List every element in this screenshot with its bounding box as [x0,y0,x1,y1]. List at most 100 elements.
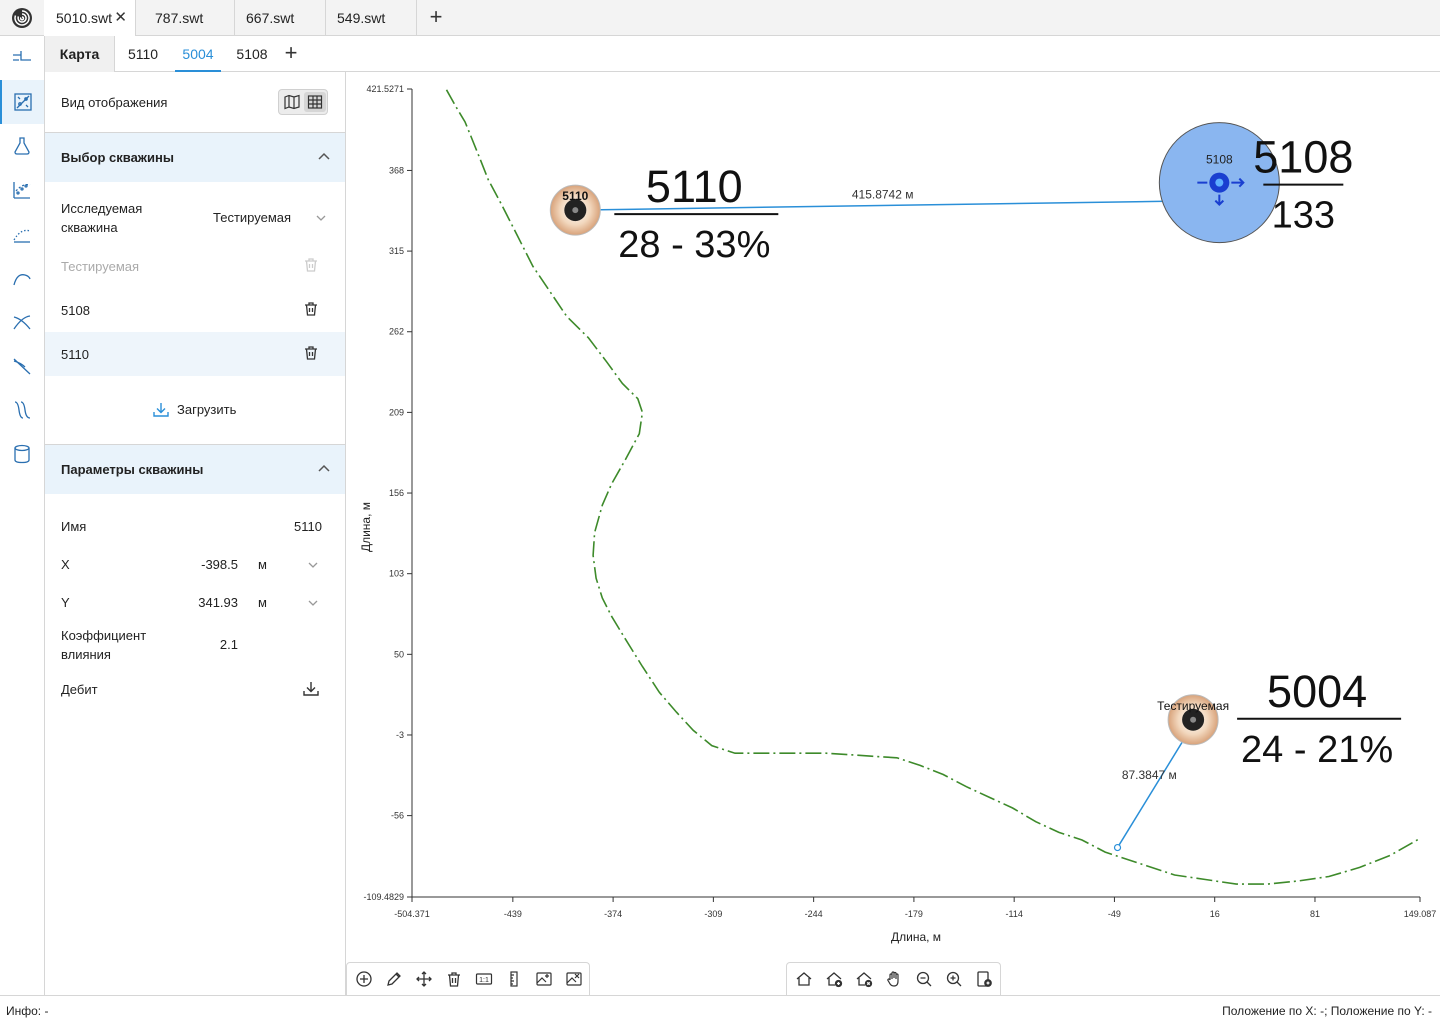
zoom-in-icon[interactable] [942,967,966,991]
file-tab-667[interactable]: 667.swt [234,0,326,36]
y-tick-label: 368 [389,165,404,175]
file-tab-787[interactable]: 787.swt [143,0,235,36]
add-tab-button[interactable]: + [281,36,301,72]
map-canvas[interactable]: -504.371 -439 -374 -309 -244 -179 -114 -49 16 81 1… [346,72,1440,962]
well-list-item-placeholder: Тестируемая [45,244,345,288]
add-image-icon[interactable] [532,967,556,991]
rail-line-icon[interactable] [0,344,44,388]
rail-cross-curve-icon[interactable] [0,300,44,344]
x-tick-label: -179 [905,909,923,919]
status-bar: Инфо: - Положение по X: -; Положение по … [0,995,1440,1024]
scale-1-1-icon[interactable]: 1:1 [472,967,496,991]
rail-map-icon[interactable] [0,80,44,124]
tab-map[interactable]: Карта [45,36,115,72]
download-icon [153,403,169,417]
well-list-item[interactable]: 5108 [45,288,345,332]
rail-curve-icon[interactable] [0,256,44,300]
y-tick-label: -56 [391,811,404,821]
file-tab-label: 667.swt [246,10,295,26]
file-tab-label: 549.swt [337,10,386,26]
map-view-icon[interactable] [281,92,303,112]
y-tick-label: 421.5271 [366,84,404,94]
well-list-item-label: 5110 [61,347,89,362]
chevron-down-icon[interactable] [307,559,319,571]
coef-input[interactable]: 2.1 [185,634,240,654]
table-view-icon[interactable] [304,92,326,112]
rail-flask-icon[interactable] [0,124,44,168]
well-selection-header[interactable]: Выбор скважины [45,132,345,182]
pencil-icon[interactable] [382,967,406,991]
rail-well-icon[interactable] [0,36,44,80]
y-input[interactable]: 341.93 [185,592,240,612]
well-name: 5108 [1206,153,1233,167]
trash-icon[interactable] [303,345,319,361]
x-label: X [61,557,70,572]
x-tick-label: 149.087 [1404,909,1437,919]
y-axis-label: Длина, м [359,501,373,553]
x-axis-label: Длина, м [891,930,942,944]
y-tick-label: 262 [389,327,404,337]
studied-well-label: Исследуемая скважина [61,201,143,235]
y-tick-label: 315 [389,246,404,256]
x-tick-label: 16 [1210,909,1220,919]
y-tick-label: -3 [396,730,404,740]
add-file-tab-button[interactable]: + [418,0,454,36]
tab-well-5110[interactable]: 5110 [117,36,169,72]
home-icon[interactable] [792,967,816,991]
y-tick-label: 156 [389,488,404,498]
x-input[interactable]: -398.5 [185,554,240,574]
pan-hand-icon[interactable] [882,967,906,991]
side-panel: Вид отображения Выбор скважины Исследуем… [45,72,346,995]
rail-points-icon[interactable] [0,168,44,212]
x-tick-label: -114 [1005,909,1022,919]
measurement-line [1116,723,1194,848]
position-text: Положение по X: -; Положение по Y: - [1222,1004,1432,1018]
download-icon[interactable] [302,680,320,698]
remove-image-icon[interactable] [562,967,586,991]
name-label: Имя [61,519,87,534]
zoom-out-icon[interactable] [912,967,936,991]
x-value: -398.5 [201,557,238,572]
well-params-header[interactable]: Параметры скважины [45,444,345,494]
y-tick-label: -109.4829 [363,892,404,902]
well-name: 5110 [562,189,588,203]
studied-well-select[interactable]: Тестируемая [213,208,333,228]
studied-well-value: Тестируемая [213,210,292,225]
load-button[interactable]: Загрузить [152,400,252,420]
well-selection-title: Выбор скважины [61,150,174,165]
rail-database-icon[interactable] [0,432,44,476]
rail-s-curve-icon[interactable] [0,388,44,432]
home-add-icon[interactable] [822,967,846,991]
x-tick-label: -374 [604,909,622,919]
x-tick-label: -504.371 [394,909,430,919]
rail-dotted-curve-icon[interactable] [0,212,44,256]
tab-well-5004[interactable]: 5004 [175,36,221,72]
export-icon[interactable] [972,967,996,991]
move-icon[interactable] [412,967,436,991]
y-value: 341.93 [198,595,238,610]
chevron-up-icon[interactable] [317,149,331,163]
y-tick-label: 209 [389,407,404,417]
well-list-item[interactable]: 5110 [45,332,345,376]
well-marker: Тестируемая 5004 24 - 21% [1157,666,1402,771]
chevron-down-icon[interactable] [307,597,319,609]
add-point-icon[interactable] [352,967,376,991]
edit-toolbar: 1:1 [346,962,590,995]
well-marker: 5110 5110 28 - 33% [549,161,779,266]
measurement-label: 87.3847 м [1122,768,1177,782]
tab-well-5108[interactable]: 5108 [229,36,275,72]
coef-label: Коэффициент влияния [61,628,147,662]
trash-icon[interactable] [303,301,319,317]
well-tab-bar: Карта 5110 5004 5108 + [45,36,1440,72]
ruler-icon[interactable] [502,967,526,991]
well-sub-label: 133 [1272,195,1335,237]
home-remove-icon[interactable] [852,967,876,991]
chevron-up-icon[interactable] [317,461,331,475]
well-icon-center [572,207,579,214]
close-icon[interactable]: ✕ [114,0,127,36]
file-tab-549[interactable]: 549.swt [325,0,417,36]
app-logo[interactable] [0,0,44,36]
trash-icon[interactable] [442,967,466,991]
map-area[interactable]: -504.371 -439 -374 -309 -244 -179 -114 -49 16 81 1… [346,72,1440,995]
file-tab-5010[interactable]: 5010.swt ✕ [44,0,136,36]
